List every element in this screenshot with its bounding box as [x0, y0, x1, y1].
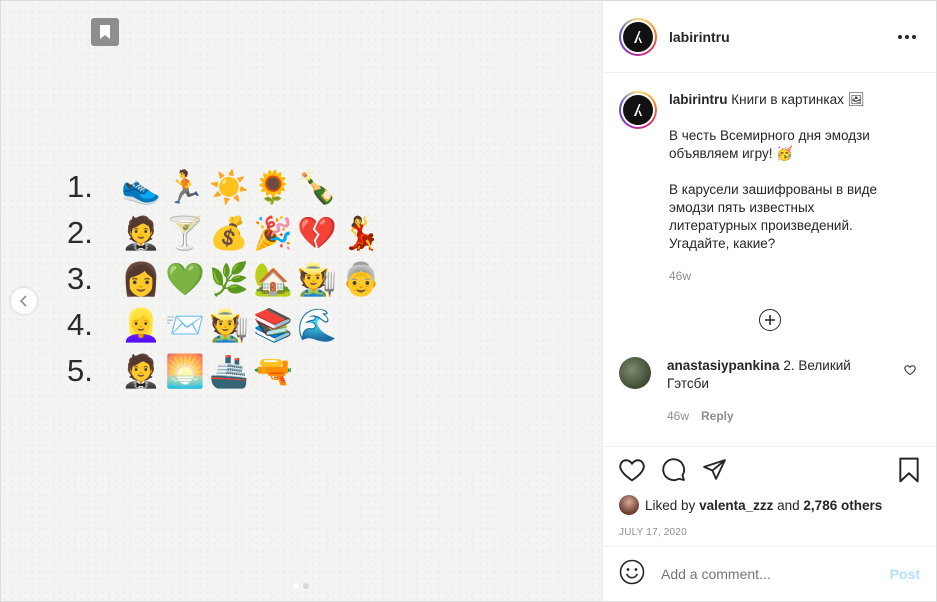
post-button[interactable]: Post — [890, 566, 920, 582]
chevron-left-icon — [19, 295, 27, 307]
caption-line: Книги в картинках 🖼 — [731, 92, 865, 107]
comment-timestamp[interactable]: 46w — [667, 407, 689, 425]
caption-paragraph: В карусели зашифрованы в виде эмодзи пят… — [669, 182, 878, 251]
caption-timestamp[interactable]: 46w — [669, 267, 891, 285]
carousel-dots — [293, 583, 309, 589]
emoji: 🤵 — [121, 214, 161, 252]
plus-circle-icon — [758, 309, 781, 331]
paper-plane-icon[interactable] — [702, 458, 727, 486]
row-number: 3. — [67, 261, 93, 296]
emoji: 👟 — [121, 168, 161, 206]
emoji: 🧑‍🌾 — [209, 306, 249, 344]
comments-section: labirintru Книги в картинках 🖼 В честь В… — [603, 73, 936, 446]
emoji: 💚 — [165, 260, 205, 298]
emoji: 🎉 — [253, 214, 293, 252]
emoji: 👩 — [121, 260, 161, 298]
emoji-puzzle-list: 1. 👟 🏃 ☀️ 🌻 🍾 2. 🤵 🍸 💰 🎉 💔 💃 3. 👩 💚 🌿 🏡 … — [67, 164, 383, 394]
row-number: 4. — [67, 307, 93, 342]
emoji: 🌿 — [209, 260, 249, 298]
emoji: 🏃 — [165, 168, 205, 206]
likes-count[interactable]: 2,786 others — [803, 498, 882, 513]
caption-username[interactable]: labirintru — [669, 92, 728, 107]
emoji: 👱‍♀️ — [121, 306, 161, 344]
caption-paragraph: В честь Всемирного дня эмодзи объявляем … — [669, 128, 870, 161]
bookmark-icon[interactable] — [91, 18, 119, 46]
row-number: 2. — [67, 215, 93, 250]
post-media[interactable]: 1. 👟 🏃 ☀️ 🌻 🍾 2. 🤵 🍸 💰 🎉 💔 💃 3. 👩 💚 🌿 🏡 … — [1, 1, 603, 601]
likes-prefix: Liked by — [645, 497, 696, 513]
emoji: 📨 — [165, 306, 205, 344]
smiley-icon[interactable] — [619, 559, 645, 590]
emoji: 💰 — [209, 214, 249, 252]
post-actions: Liked by valenta_zzz and 2,786 others JU… — [603, 446, 936, 546]
labirint-logo-icon — [623, 95, 653, 125]
emoji: 💔 — [297, 214, 337, 252]
header-username[interactable]: labirintru — [669, 29, 730, 45]
emoji: 💃 — [341, 214, 381, 252]
save-icon[interactable] — [898, 457, 920, 488]
post-sidebar: labirintru labirintru Книги в картинках … — [603, 1, 936, 601]
emoji: 🌻 — [253, 168, 293, 206]
emoji: 🌊 — [297, 306, 337, 344]
reply-button[interactable]: Reply — [701, 407, 734, 425]
comment-icon[interactable] — [661, 457, 686, 487]
load-more-comments-button[interactable] — [619, 309, 920, 331]
likes-middle: and — [777, 497, 800, 513]
more-options-icon[interactable] — [894, 31, 920, 43]
liked-by-user[interactable]: valenta_zzz — [699, 498, 773, 513]
puzzle-row-1: 1. 👟 🏃 ☀️ 🌻 🍾 — [67, 164, 383, 210]
puzzle-row-5: 5. 🤵 🌅 🚢 🔫 — [67, 348, 383, 394]
puzzle-row-2: 2. 🤵 🍸 💰 🎉 💔 💃 — [67, 210, 383, 256]
likes-summary: Liked by valenta_zzz and 2,786 others — [619, 495, 920, 515]
avatar[interactable] — [619, 17, 657, 56]
post-dialog: 1. 👟 🏃 ☀️ 🌻 🍾 2. 🤵 🍸 💰 🎉 💔 💃 3. 👩 💚 🌿 🏡 … — [0, 0, 937, 602]
comment-input[interactable] — [659, 565, 890, 583]
add-comment-bar: Post — [603, 546, 936, 601]
heart-icon[interactable] — [619, 458, 645, 487]
puzzle-row-3: 3. 👩 💚 🌿 🏡 🧑‍🌾 👵 — [67, 256, 383, 302]
row-number: 1. — [67, 169, 93, 204]
avatar[interactable] — [619, 495, 639, 515]
carousel-prev-button[interactable] — [11, 288, 37, 314]
heart-icon[interactable] — [904, 363, 916, 381]
comment-username[interactable]: anastasiypankina — [667, 358, 780, 373]
emoji: 🏡 — [253, 260, 293, 298]
row-number: 5. — [67, 353, 93, 388]
emoji: 🧑‍🌾 — [297, 260, 337, 298]
emoji: ☀️ — [209, 168, 249, 206]
post-header: labirintru — [603, 1, 936, 73]
comment-item: anastasiypankina 2. Великий Гэтсби 46w R… — [619, 357, 920, 425]
emoji: 🌅 — [165, 352, 205, 390]
emoji: 📚 — [253, 306, 293, 344]
puzzle-row-4: 4. 👱‍♀️ 📨 🧑‍🌾 📚 🌊 — [67, 302, 383, 348]
avatar[interactable] — [619, 357, 651, 389]
emoji: 🍾 — [297, 168, 337, 206]
emoji: 🤵 — [121, 352, 161, 390]
post-date[interactable]: JULY 17, 2020 — [619, 527, 920, 538]
emoji: 🚢 — [209, 352, 249, 390]
post-caption: labirintru Книги в картинках 🖼 В честь В… — [619, 91, 920, 285]
emoji: 🍸 — [165, 214, 205, 252]
carousel-dot-active — [293, 583, 299, 589]
emoji: 👵 — [341, 260, 381, 298]
carousel-dot — [303, 583, 309, 589]
labirint-logo-icon — [623, 21, 653, 52]
avatar[interactable] — [619, 91, 657, 129]
emoji: 🔫 — [253, 352, 293, 390]
